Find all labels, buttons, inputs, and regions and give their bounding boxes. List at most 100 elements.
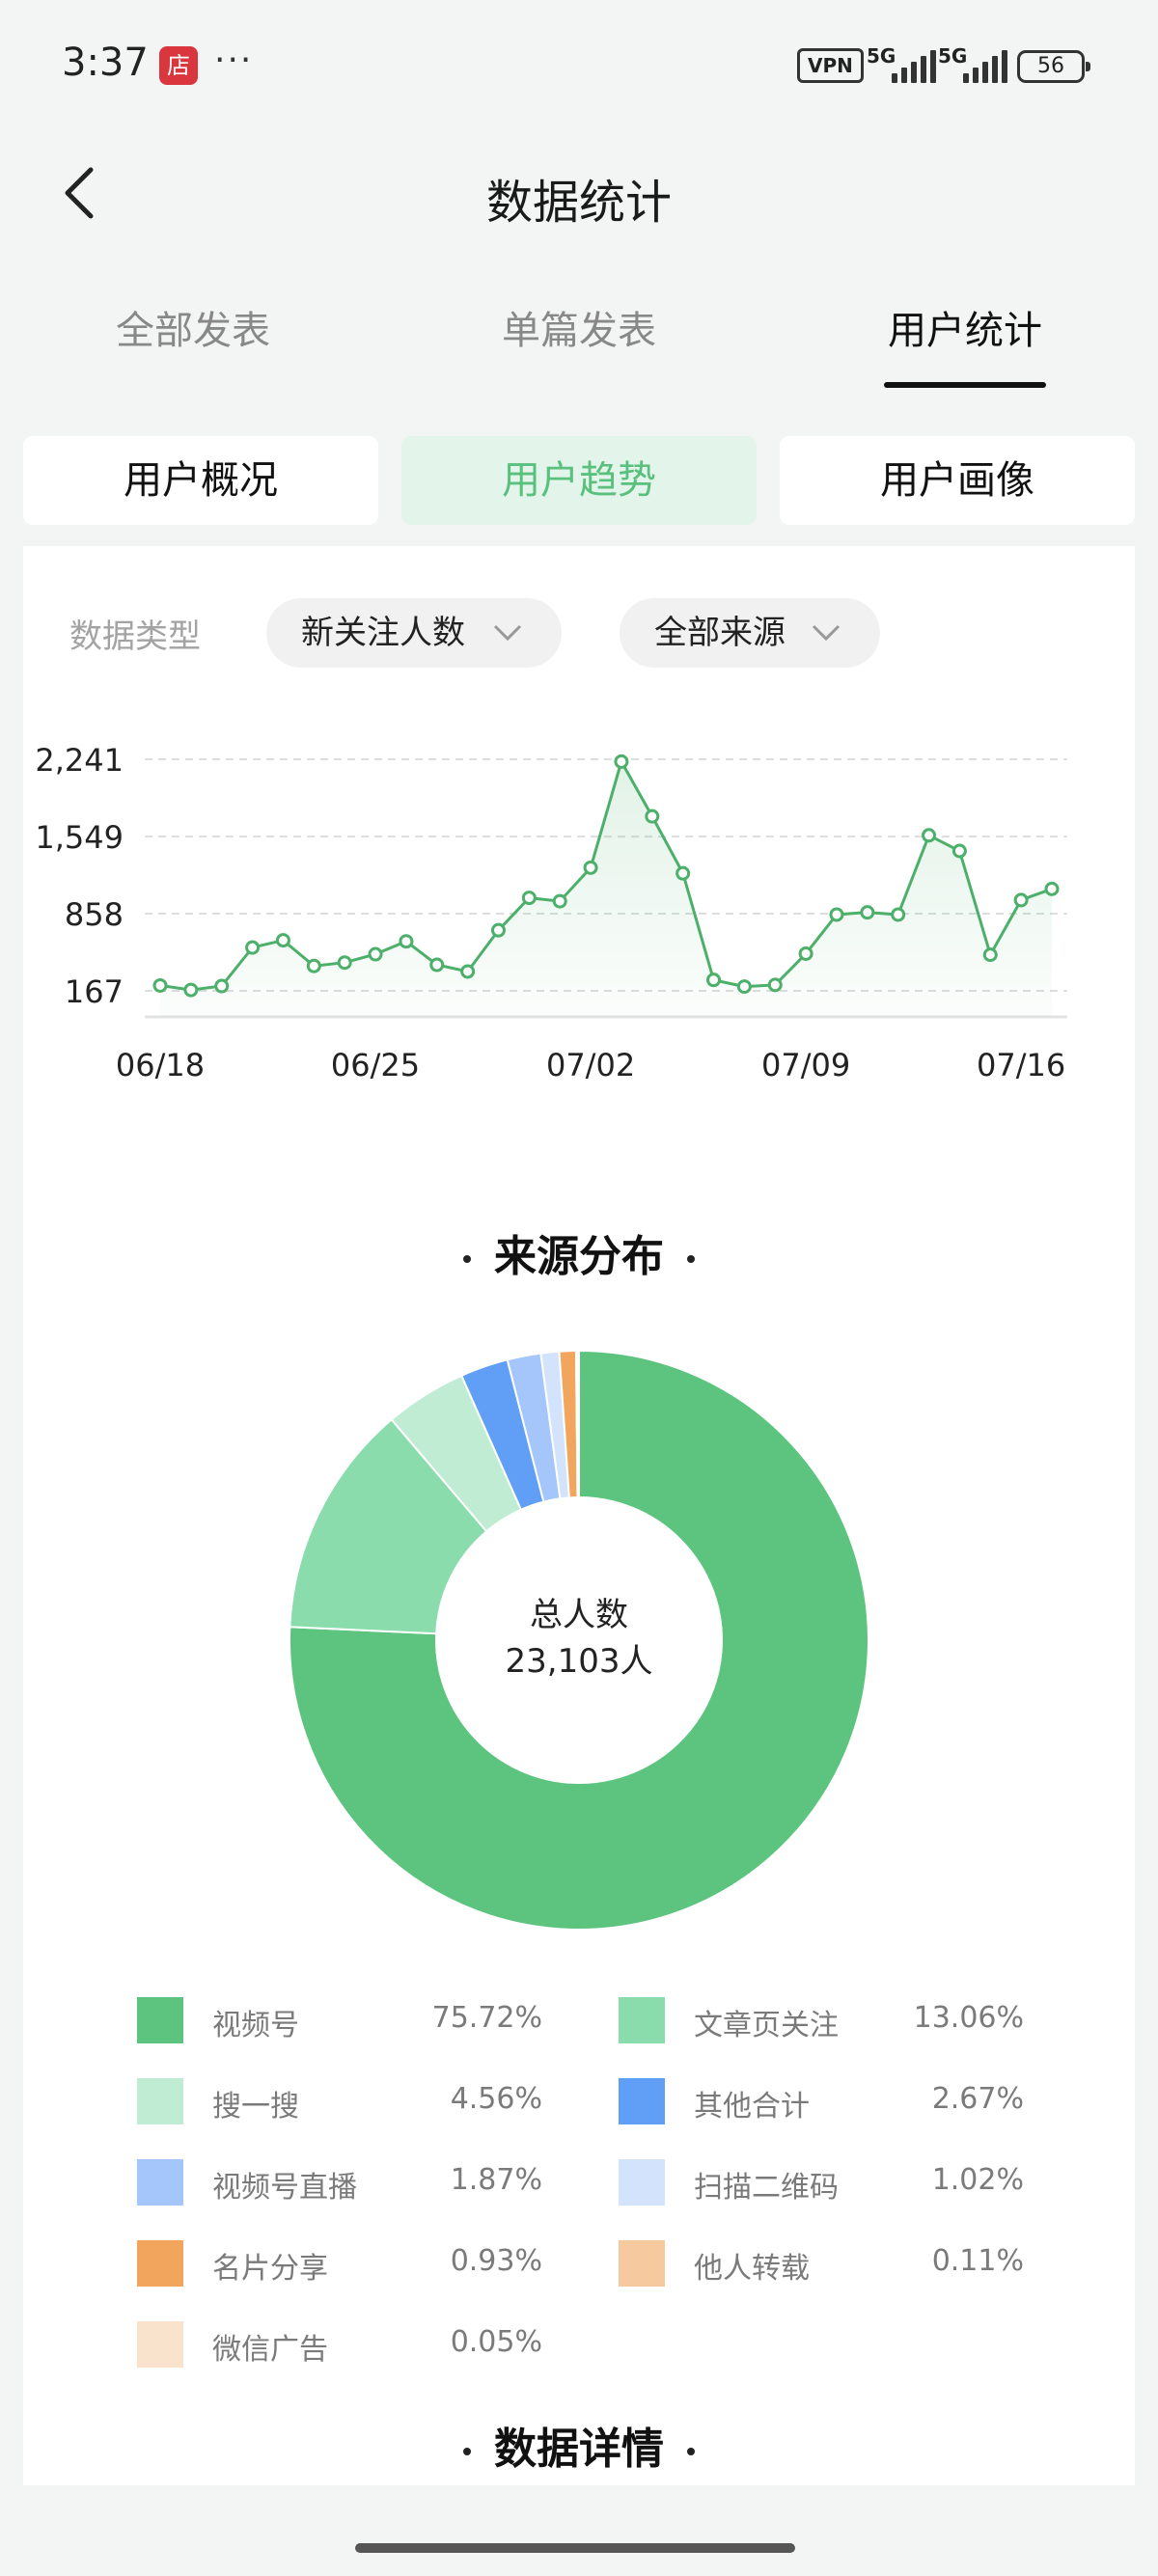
chart-point[interactable] xyxy=(183,982,199,998)
trend-line-chart: 2,241 1,549 858 167 06/18 06/25 07/02 07/09 07/… xyxy=(35,742,1067,1083)
x-tick-label: 06/25 xyxy=(331,1047,420,1083)
total-label: 总人数 xyxy=(530,1596,628,1634)
subtab-user-overview[interactable]: 用户概况 xyxy=(23,436,378,525)
total-value: 23,103人 xyxy=(505,1642,653,1681)
chart-point[interactable] xyxy=(676,865,691,881)
x-tick-label: 06/18 xyxy=(116,1047,205,1083)
chart-point[interactable] xyxy=(767,977,783,993)
more-notifications-icon: ··· xyxy=(214,41,254,80)
chart-point[interactable] xyxy=(614,754,629,769)
active-tab-indicator xyxy=(884,382,1046,388)
chart-point[interactable] xyxy=(891,907,906,922)
x-tick-label: 07/16 xyxy=(977,1047,1065,1083)
legend-value: 0.05% xyxy=(450,2325,542,2359)
chart-point[interactable] xyxy=(152,977,168,993)
source-select[interactable]: 全部来源 xyxy=(620,598,880,668)
chevron-down-icon xyxy=(812,624,841,642)
shop-notification-icon: 店 xyxy=(159,46,198,85)
chart-point[interactable] xyxy=(337,955,352,971)
chart-point[interactable] xyxy=(645,808,660,824)
home-indicator[interactable] xyxy=(355,2543,795,2553)
donut-center: 总人数 23,103人 xyxy=(434,1592,724,1685)
legend-label: 视频号直播 xyxy=(212,2171,357,2205)
chart-point[interactable] xyxy=(552,893,567,909)
chart-point[interactable] xyxy=(922,828,937,843)
legend-value: 0.11% xyxy=(931,2244,1024,2278)
data-type-select-value: 新关注人数 xyxy=(301,614,465,652)
legend-item: 其他合计 2.67% xyxy=(619,2078,1024,2126)
legend-item: 微信广告 0.05% xyxy=(137,2321,542,2370)
signal-icon: 5G xyxy=(938,44,1011,87)
battery-icon: 56 xyxy=(1017,50,1090,83)
chart-point[interactable] xyxy=(736,979,752,995)
legend-label: 他人转载 xyxy=(694,2252,810,2286)
y-tick-label: 858 xyxy=(65,896,124,933)
legend-item: 搜一搜 4.56% xyxy=(137,2078,542,2126)
legend-value: 4.56% xyxy=(450,2082,542,2116)
chart-point[interactable] xyxy=(1013,892,1029,908)
chart-point[interactable] xyxy=(829,907,844,922)
legend-label: 其他合计 xyxy=(694,2090,810,2124)
legend-item: 他人转载 0.11% xyxy=(619,2240,1024,2288)
chart-point[interactable] xyxy=(521,891,537,906)
tab-user-stats[interactable]: 用户统计 xyxy=(820,299,1110,355)
status-time: 3:37 xyxy=(62,41,149,85)
legend-label: 搜一搜 xyxy=(212,2090,299,2124)
legend-label: 视频号 xyxy=(212,2009,299,2042)
chart-point[interactable] xyxy=(306,958,321,973)
legend-label: 文章页关注 xyxy=(694,2009,839,2042)
y-tick-label: 2,241 xyxy=(35,742,124,779)
subtab-user-trend[interactable]: 用户趋势 xyxy=(401,436,757,525)
chart-point[interactable] xyxy=(982,947,998,963)
legend-swatch xyxy=(619,1997,665,2043)
chevron-down-icon xyxy=(493,624,522,642)
source-distribution-title: 来源分布 xyxy=(0,1221,1158,1283)
chart-point[interactable] xyxy=(706,973,722,988)
chart-point[interactable] xyxy=(245,940,261,955)
legend-value: 2.67% xyxy=(931,2082,1024,2116)
chart-point[interactable] xyxy=(583,860,598,875)
chart-point[interactable] xyxy=(951,843,967,859)
chart-point[interactable] xyxy=(399,934,414,949)
y-tick-label: 167 xyxy=(65,973,124,1010)
data-detail-title: 数据详情 xyxy=(0,2414,1158,2476)
legend-swatch xyxy=(619,2240,665,2287)
chart-point[interactable] xyxy=(460,964,476,979)
legend-label: 名片分享 xyxy=(212,2252,328,2286)
legend-item: 视频号直播 1.87% xyxy=(137,2159,542,2207)
legend-value: 0.93% xyxy=(450,2244,542,2278)
legend-item: 扫描二维码 1.02% xyxy=(619,2159,1024,2207)
chart-point[interactable] xyxy=(429,957,445,973)
y-tick-label: 1,549 xyxy=(35,819,124,856)
chart-point[interactable] xyxy=(275,933,290,948)
chart-point[interactable] xyxy=(368,946,383,962)
legend-swatch xyxy=(137,2078,183,2124)
legend-label: 微信广告 xyxy=(212,2333,328,2367)
subtab-user-profile[interactable]: 用户画像 xyxy=(780,436,1135,525)
chart-area-fill xyxy=(160,761,1052,1017)
chart-point[interactable] xyxy=(798,945,813,961)
nav-bar: 数据统计 xyxy=(0,145,1158,241)
chart-point[interactable] xyxy=(214,978,230,994)
legend-swatch xyxy=(619,2078,665,2124)
chart-point[interactable] xyxy=(860,905,875,920)
legend-item: 名片分享 0.93% xyxy=(137,2240,542,2288)
chart-point[interactable] xyxy=(490,922,506,938)
legend-swatch xyxy=(137,2240,183,2287)
data-type-label: 数据类型 xyxy=(69,617,201,656)
tab-all-posts[interactable]: 全部发表 xyxy=(48,299,338,355)
legend-value: 1.02% xyxy=(931,2163,1024,2197)
donut-slice[interactable] xyxy=(577,1349,580,1499)
top-tabs: 全部发表 单篇发表 用户统计 xyxy=(0,299,1158,396)
vpn-icon: VPN xyxy=(797,48,864,83)
data-type-select[interactable]: 新关注人数 xyxy=(266,598,562,668)
legend-value: 75.72% xyxy=(431,2001,542,2035)
legend-value: 13.06% xyxy=(913,2001,1024,2035)
legend-swatch xyxy=(619,2159,665,2206)
legend-item: 文章页关注 13.06% xyxy=(619,1997,1024,2045)
page-title: 数据统计 xyxy=(485,176,672,230)
source-select-value: 全部来源 xyxy=(654,614,786,652)
tab-single-posts[interactable]: 单篇发表 xyxy=(434,299,724,355)
signal-icon: 5G xyxy=(867,44,940,87)
chart-point[interactable] xyxy=(1044,881,1060,896)
